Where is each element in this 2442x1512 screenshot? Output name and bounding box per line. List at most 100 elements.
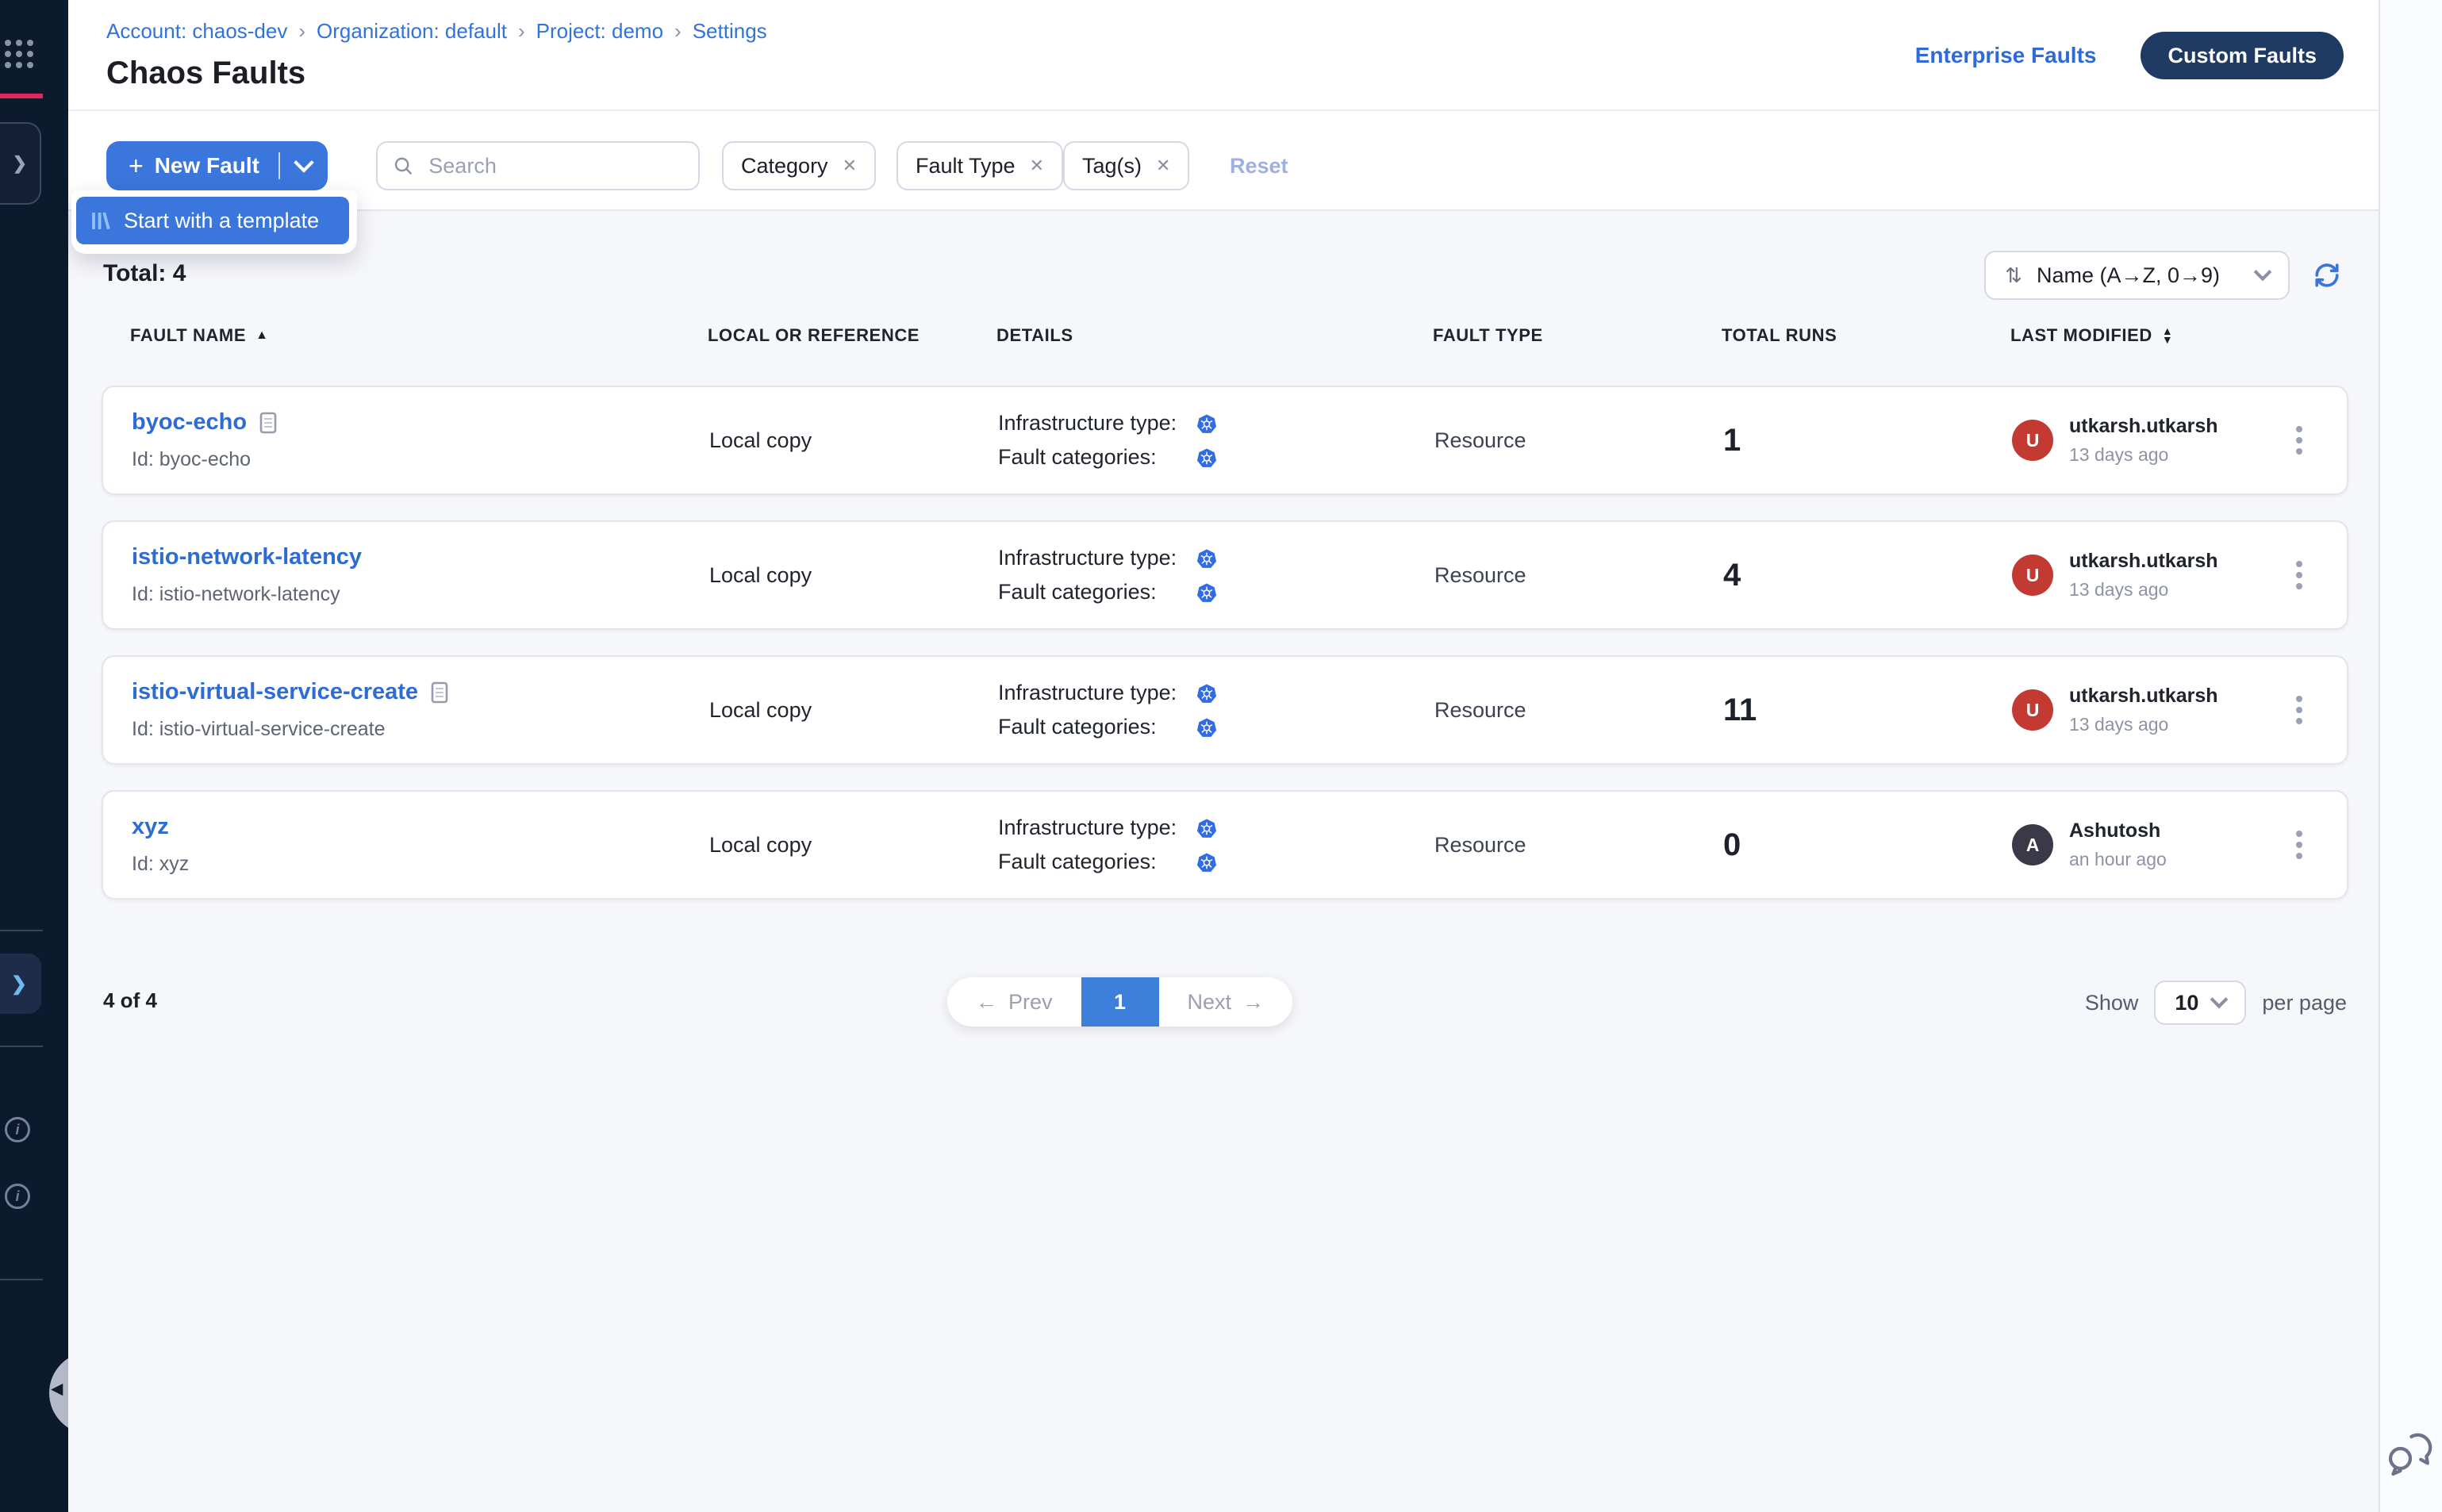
new-fault-dropdown-menu: Start with a template (71, 190, 357, 254)
modified-time: 13 days ago (2069, 579, 2218, 601)
row-menu-button[interactable] (2271, 689, 2328, 731)
kubernetes-icon (1196, 818, 1217, 839)
description-icon (259, 412, 277, 434)
fault-id: Id: istio-virtual-service-create (132, 718, 709, 741)
reset-filters-link[interactable]: Reset (1230, 154, 1288, 178)
chevron-down-icon (2210, 991, 2229, 1009)
total-runs-cell: 4 (1723, 558, 2012, 593)
column-last-modified[interactable]: LAST MODIFIED ▲▼ (2010, 325, 2269, 346)
total-runs-cell: 1 (1723, 423, 2012, 459)
filter-chip-category[interactable]: Category ✕ (722, 141, 876, 190)
new-fault-dropdown-toggle[interactable] (280, 141, 328, 190)
close-icon[interactable]: ✕ (843, 155, 857, 176)
table-row: byoc-echo Id: byoc-echo Local copy Infra… (102, 386, 2348, 495)
modified-by: utkarsh.utkarsh (2069, 550, 2218, 573)
pagination-summary: 4 of 4 (103, 988, 157, 1013)
kubernetes-icon (1196, 717, 1217, 738)
next-page-button[interactable]: Next → (1159, 977, 1293, 1027)
fault-type-cell: Resource (1434, 833, 1723, 858)
modified-by: Ashutosh (2069, 819, 2167, 842)
start-with-template-menu-item[interactable]: Start with a template (76, 197, 349, 244)
refresh-button[interactable] (2313, 262, 2340, 289)
breadcrumb-account-link[interactable]: Account: chaos-dev (106, 19, 287, 44)
breadcrumb-project-link[interactable]: Project: demo (536, 19, 663, 44)
fault-name-link[interactable]: istio-virtual-service-create (132, 679, 418, 705)
fault-list-content: Total: 4 ⇅ Name (A→Z, 0→9) FAULT NAME (68, 211, 2379, 1512)
app-grid-menu-icon[interactable] (5, 40, 33, 68)
toolbar: + New Fault Category ✕ Fau (68, 111, 2379, 211)
breadcrumb-separator: › (674, 19, 682, 44)
fault-name-link[interactable]: istio-network-latency (132, 544, 362, 570)
current-page-button[interactable]: 1 (1081, 977, 1159, 1027)
modified-by: utkarsh.utkarsh (2069, 415, 2218, 438)
kubernetes-icon (1196, 582, 1217, 603)
close-icon[interactable]: ✕ (1030, 155, 1044, 176)
column-fault-name[interactable]: FAULT NAME ▲ (130, 325, 708, 346)
arrow-right-icon: → (1242, 990, 1264, 1015)
info-icon[interactable]: i (5, 1117, 30, 1142)
total-runs-cell: 11 (1723, 693, 2012, 728)
kubernetes-icon (1196, 683, 1217, 704)
brand-accent-bar (0, 94, 43, 98)
fault-name-link[interactable]: xyz (132, 814, 169, 840)
kubernetes-icon (1196, 447, 1217, 468)
breadcrumb-settings-link[interactable]: Settings (693, 19, 767, 44)
modified-by: utkarsh.utkarsh (2069, 685, 2218, 708)
filter-chip-fault-type[interactable]: Fault Type ✕ (897, 141, 1063, 190)
row-menu-button[interactable] (2271, 420, 2328, 461)
breadcrumb: Account: chaos-dev › Organization: defau… (106, 19, 767, 44)
info-icon[interactable]: i (5, 1184, 30, 1209)
new-fault-button[interactable]: + New Fault (106, 141, 328, 190)
sidebar-divider (0, 1279, 43, 1280)
fault-name-link[interactable]: byoc-echo (132, 409, 247, 436)
enterprise-faults-link[interactable]: Enterprise Faults (1915, 43, 2097, 68)
column-total-runs: TOTAL RUNS (1722, 325, 2010, 346)
search-icon (394, 155, 413, 177)
local-or-reference-cell: Local copy (709, 698, 998, 723)
page-title: Chaos Faults (106, 56, 305, 91)
right-rail (2380, 0, 2442, 1512)
chevron-right-icon: ❯ (11, 973, 27, 996)
feedback-chat-icon[interactable] (2383, 1426, 2437, 1487)
sidebar-divider (0, 1046, 43, 1047)
last-modified-cell: U utkarsh.utkarsh 13 days ago (2012, 415, 2271, 466)
sort-select[interactable]: ⇅ Name (A→Z, 0→9) (1984, 251, 2290, 300)
row-menu-button[interactable] (2271, 555, 2328, 596)
collapse-left-icon[interactable]: ◀ (51, 1379, 63, 1399)
fault-name-cell: xyz Id: xyz (132, 814, 709, 876)
sort-asc-icon: ▲ (255, 328, 268, 343)
main-panel: Account: chaos-dev › Organization: defau… (68, 0, 2380, 1512)
fault-id: Id: xyz (132, 853, 709, 876)
fault-type-cell: Resource (1434, 698, 1723, 723)
column-fault-type: FAULT TYPE (1433, 325, 1722, 346)
table-row: istio-virtual-service-create Id: istio-v… (102, 655, 2348, 765)
sidebar-divider (0, 930, 43, 931)
close-icon[interactable]: ✕ (1156, 155, 1170, 176)
per-page-select[interactable]: 10 (2154, 980, 2246, 1025)
plus-icon: + (129, 153, 144, 178)
page-header: Account: chaos-dev › Organization: defau… (68, 0, 2379, 111)
last-modified-cell: U utkarsh.utkarsh 13 days ago (2012, 550, 2271, 601)
fault-type-cell: Resource (1434, 428, 1723, 453)
sort-updown-icon: ⇅ (2005, 263, 2022, 288)
details-cell: Infrastructure type: Fault categories: (998, 546, 1434, 604)
custom-faults-button[interactable]: Custom Faults (2141, 32, 2344, 79)
module-nav-button[interactable]: ❯ (0, 122, 41, 205)
search-input[interactable] (425, 152, 682, 180)
table-row: istio-network-latency Id: istio-network-… (102, 520, 2348, 630)
local-or-reference-cell: Local copy (709, 833, 998, 858)
description-icon (431, 681, 448, 704)
prev-page-button[interactable]: ← Prev (947, 977, 1081, 1027)
modified-time: 13 days ago (2069, 444, 2218, 466)
row-menu-button[interactable] (2271, 824, 2328, 865)
sort-both-icon: ▲▼ (2162, 327, 2173, 344)
search-box (376, 141, 700, 190)
arrow-left-icon: ← (976, 990, 997, 1015)
fault-name-cell: istio-virtual-service-create Id: istio-v… (132, 679, 709, 741)
filter-chip-tags[interactable]: Tag(s) ✕ (1063, 141, 1189, 190)
expand-sidebar-button[interactable]: ❯ (0, 954, 41, 1014)
template-icon (89, 209, 111, 232)
fault-type-cell: Resource (1434, 563, 1723, 588)
breadcrumb-organization-link[interactable]: Organization: default (317, 19, 507, 44)
sort-controls: ⇅ Name (A→Z, 0→9) (1984, 251, 2340, 300)
